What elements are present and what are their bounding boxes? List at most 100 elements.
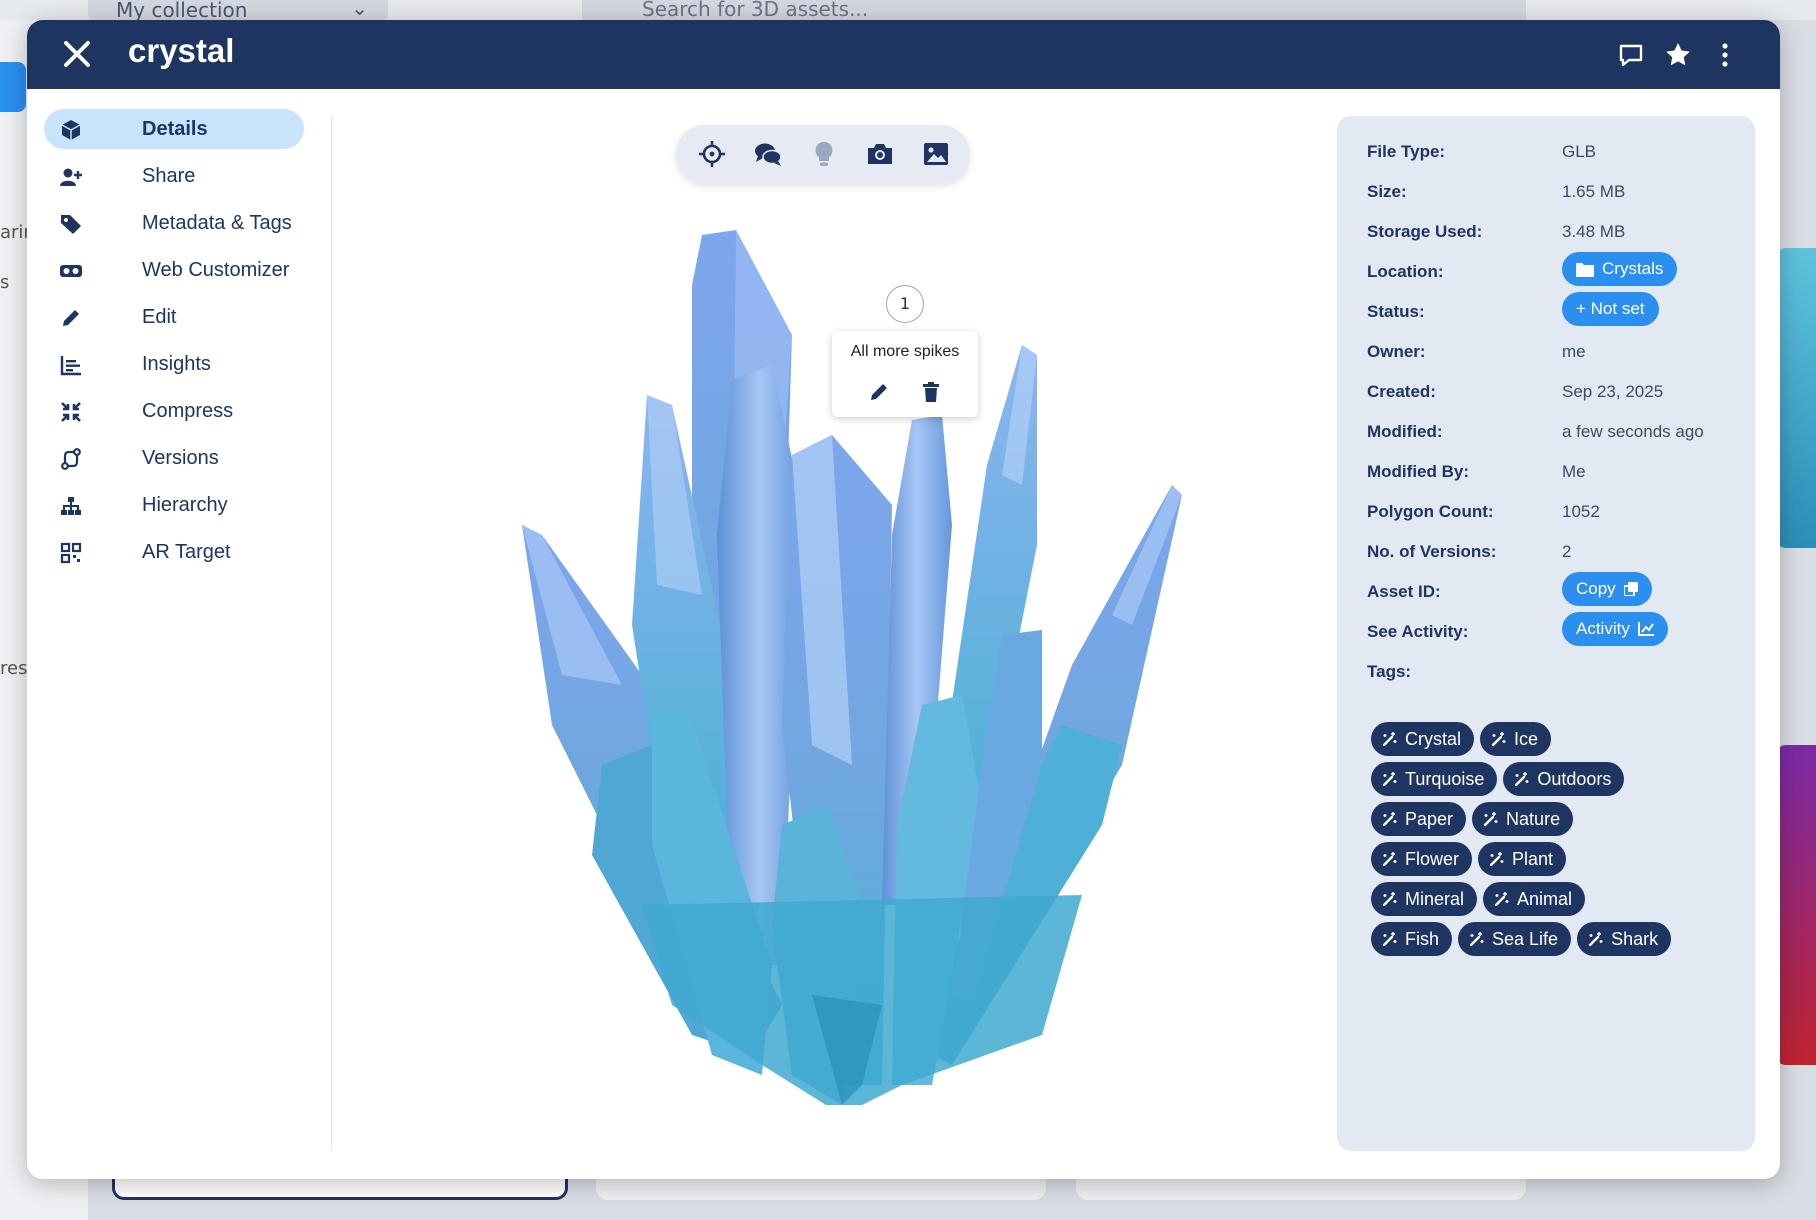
tag-label: Paper	[1405, 808, 1454, 829]
collection-label: My collection	[116, 0, 248, 20]
detail-label: Tags:	[1367, 662, 1412, 681]
tag-row: Paper Nature	[1371, 802, 1741, 836]
nav-label: AR Target	[142, 540, 231, 563]
detail-row-owner: Owner: me	[1367, 338, 1747, 368]
detail-row-size: Size: 1.65 MB	[1367, 178, 1747, 208]
versions-icon	[61, 448, 81, 470]
annotation-text: All more spikes	[850, 343, 960, 360]
tag-label: Ice	[1514, 728, 1539, 749]
nav-item-insights[interactable]: Insights	[44, 344, 304, 384]
tag-row: Crystal Ice	[1371, 722, 1741, 756]
background-card	[596, 1176, 1046, 1200]
pencil-icon[interactable]	[868, 381, 890, 403]
tag-chip[interactable]: Flower	[1371, 842, 1473, 876]
detail-value: 1052	[1562, 502, 1600, 521]
comments-icon[interactable]	[754, 140, 782, 168]
more-vertical-icon[interactable]	[1711, 41, 1739, 69]
tag-chip[interactable]: Turquoise	[1371, 762, 1498, 796]
detail-label: Owner:	[1367, 342, 1426, 361]
nav-label: Compress	[142, 399, 234, 422]
magic-wand-icon	[1484, 812, 1498, 826]
tag-chip[interactable]: Shark	[1577, 922, 1672, 956]
crosshair-icon[interactable]	[698, 140, 726, 168]
tag-chip[interactable]: Plant	[1478, 842, 1567, 876]
nav-item-hierarchy[interactable]: Hierarchy	[44, 485, 304, 525]
close-icon[interactable]	[57, 34, 97, 74]
tag-label: Outdoors	[1537, 768, 1612, 789]
lightbulb-icon[interactable]	[810, 140, 838, 168]
nav-label: Details	[142, 117, 208, 140]
nav-item-details[interactable]: Details	[44, 109, 304, 149]
detail-row-modified-by: Modified By: Me	[1367, 458, 1747, 488]
nav-label: Hierarchy	[142, 493, 228, 516]
tag-chip[interactable]: Ice	[1480, 722, 1552, 756]
tag-chip[interactable]: Animal	[1483, 882, 1586, 916]
nav-item-web-customizer[interactable]: Web Customizer	[44, 250, 304, 290]
status-button[interactable]: + Not set	[1562, 292, 1659, 326]
tag-row: Fish Sea Life Shark	[1371, 922, 1741, 956]
tag-chip[interactable]: Crystal	[1371, 722, 1475, 756]
qr-code-icon	[60, 542, 82, 564]
background-side-text: s	[0, 272, 10, 293]
image-icon[interactable]	[922, 140, 950, 168]
tag-chip[interactable]: Fish	[1371, 922, 1453, 956]
tag-label: Shark	[1611, 928, 1659, 949]
background-side-text: res	[0, 658, 28, 679]
nav-label: Insights	[142, 352, 211, 375]
nav-item-compress[interactable]: Compress	[44, 391, 304, 431]
activity-button[interactable]: Activity	[1562, 612, 1668, 646]
detail-label: Created:	[1367, 382, 1436, 401]
background-card	[112, 1176, 568, 1200]
asset-search-input[interactable]: Search for 3D assets...	[582, 0, 1526, 20]
camera-icon[interactable]	[866, 140, 894, 168]
copy-label: Copy	[1576, 579, 1616, 598]
asset-details-modal: crystal Details Share Metadata & Tags We…	[27, 20, 1780, 1179]
trash-icon[interactable]	[920, 381, 942, 403]
detail-label: Asset ID:	[1367, 582, 1441, 601]
nav-item-metadata-tags[interactable]: Metadata & Tags	[44, 203, 304, 243]
tag-chip[interactable]: Paper	[1371, 802, 1467, 836]
status-value: + Not set	[1576, 299, 1645, 318]
vr-goggles-icon	[60, 265, 82, 277]
detail-label: File Type:	[1367, 142, 1446, 161]
magic-wand-icon	[1383, 892, 1397, 906]
annotation-hotspot[interactable]: 1	[886, 285, 924, 323]
detail-value: Sep 23, 2025	[1562, 382, 1664, 401]
nav-item-ar-target[interactable]: AR Target	[44, 532, 304, 572]
detail-row-status: Status: + Not set	[1367, 292, 1747, 328]
star-icon[interactable]	[1664, 41, 1692, 69]
nav-item-share[interactable]: Share	[44, 156, 304, 196]
detail-label: Polygon Count:	[1367, 502, 1494, 521]
background-thumbnail	[1776, 248, 1816, 548]
location-button[interactable]: Crystals	[1562, 252, 1678, 286]
tag-chip[interactable]: Nature	[1472, 802, 1574, 836]
detail-value: 2	[1562, 542, 1572, 561]
detail-row-asset-id: Asset ID: Copy	[1367, 572, 1747, 608]
bar-chart-icon	[60, 356, 81, 376]
detail-label: See Activity:	[1367, 622, 1469, 641]
tag-label: Turquoise	[1405, 768, 1485, 789]
background-active-tab	[0, 62, 26, 112]
collection-dropdown[interactable]: My collection ⌄	[88, 0, 388, 20]
pencil-icon	[63, 310, 79, 326]
nav-item-versions[interactable]: Versions	[44, 438, 304, 478]
user-plus-icon	[60, 168, 82, 186]
comment-icon[interactable]	[1617, 41, 1645, 69]
annotation-popup: All more spikes	[832, 331, 978, 417]
nav-label: Versions	[142, 446, 219, 469]
tag-chip[interactable]: Mineral	[1371, 882, 1478, 916]
hierarchy-icon	[61, 497, 81, 515]
tag-label: Nature	[1506, 808, 1561, 829]
tag-label: Crystal	[1405, 728, 1462, 749]
tag-icon	[61, 215, 81, 234]
tag-chip[interactable]: Sea Life	[1458, 922, 1572, 956]
modal-title: crystal	[128, 32, 235, 69]
magic-wand-icon	[1383, 932, 1397, 946]
copy-asset-id-button[interactable]: Copy	[1562, 572, 1652, 606]
background-card	[1076, 1176, 1526, 1200]
detail-label: Modified:	[1367, 422, 1443, 441]
tag-chip[interactable]: Outdoors	[1503, 762, 1625, 796]
magic-wand-icon	[1589, 932, 1603, 946]
nav-item-edit[interactable]: Edit	[44, 297, 304, 337]
detail-value: Me	[1562, 462, 1586, 481]
